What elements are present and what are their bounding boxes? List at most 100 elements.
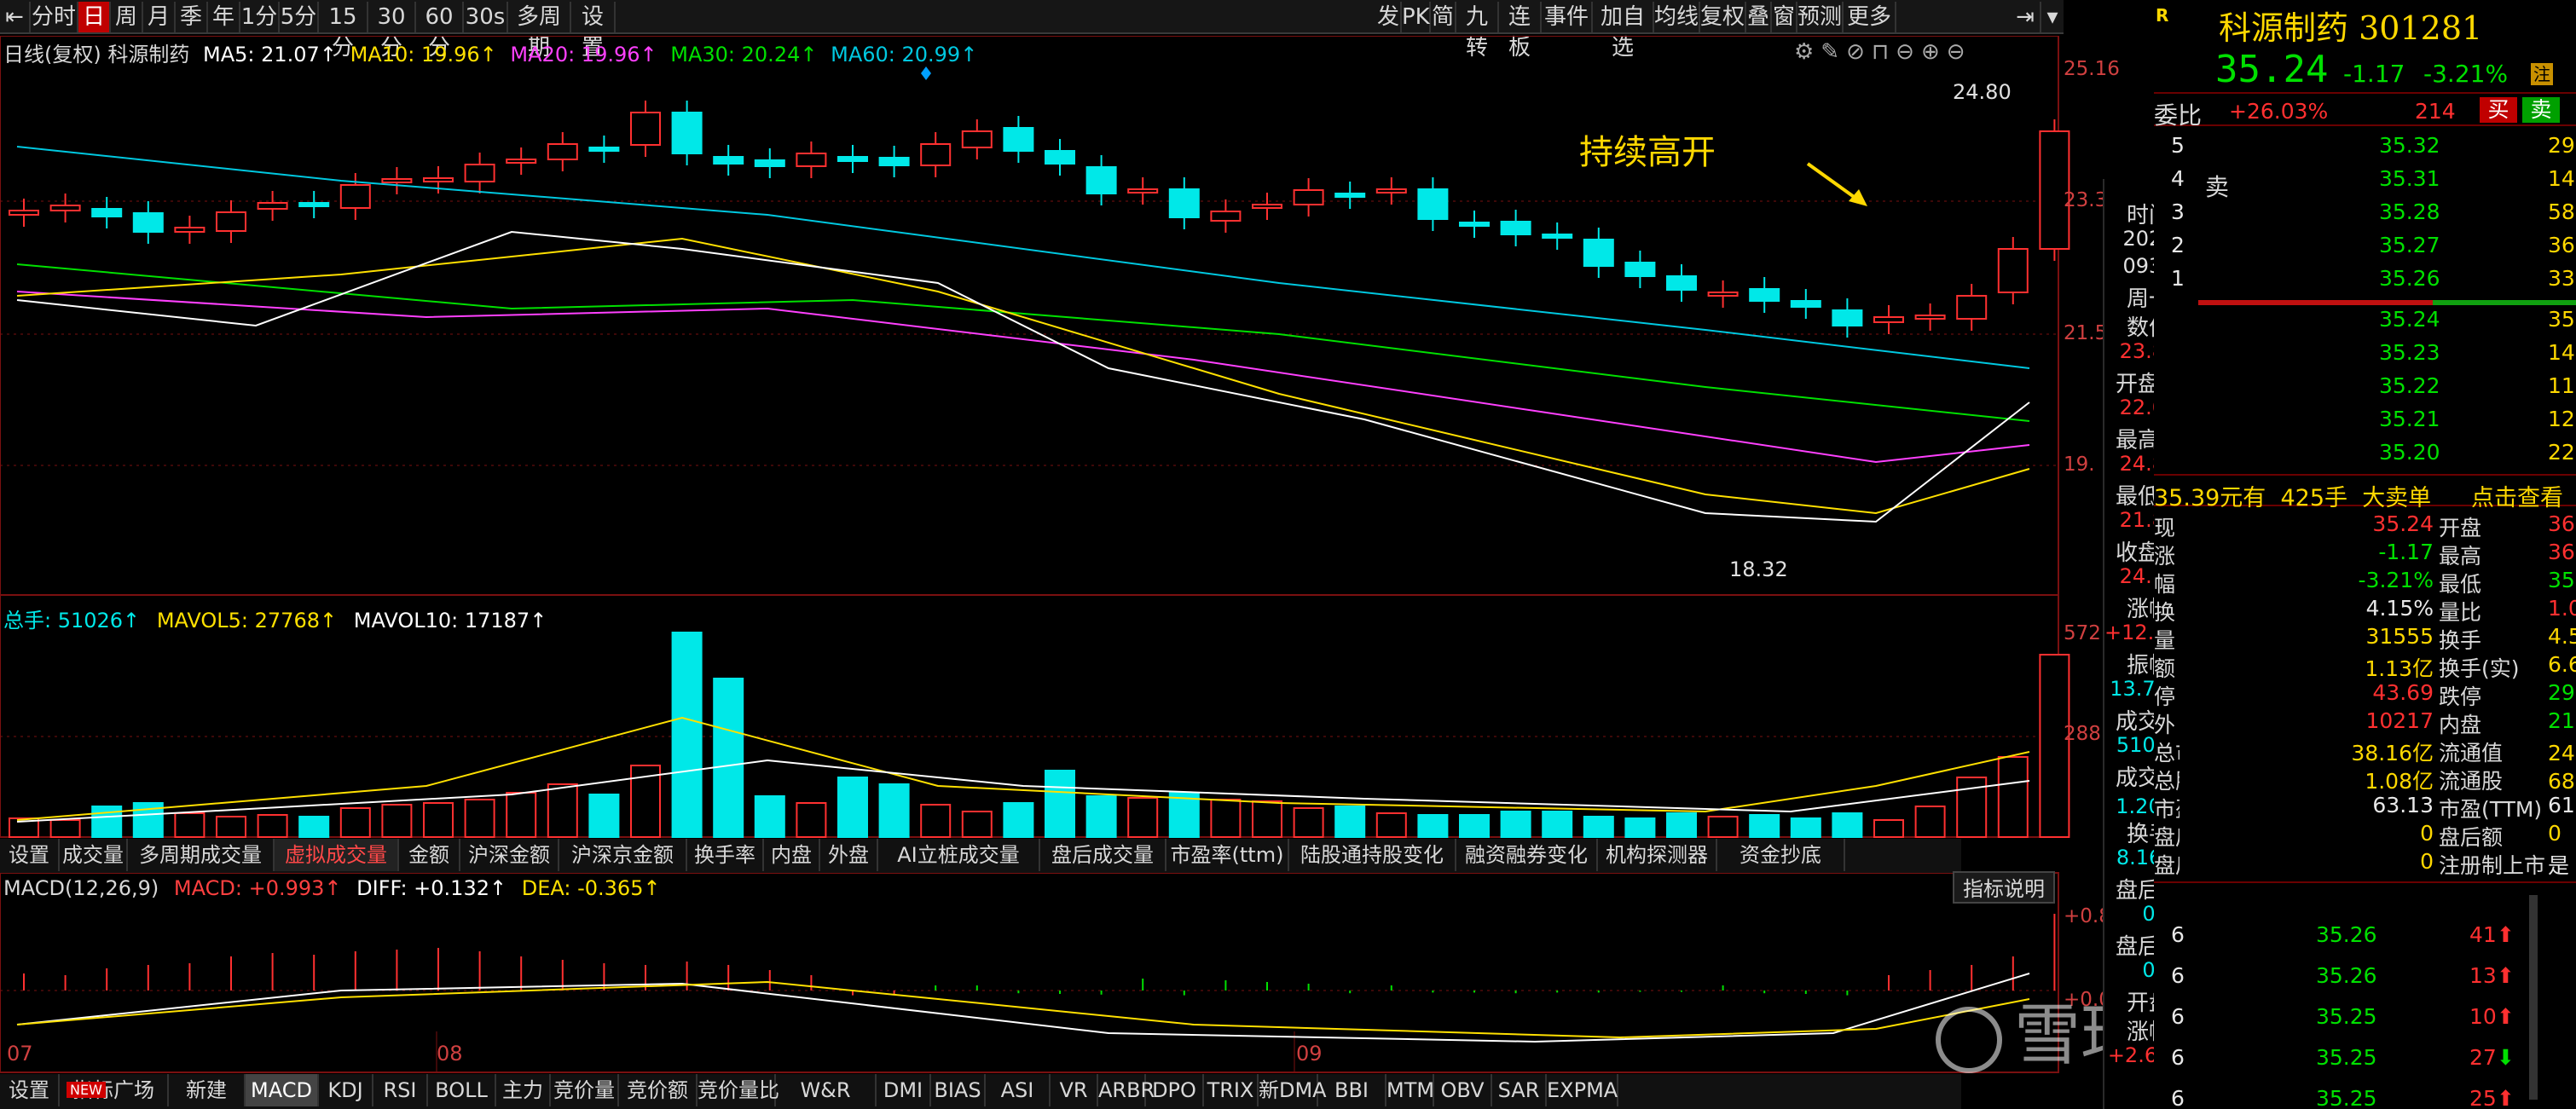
toolbar-item[interactable]: 窗 <box>1772 2 1797 32</box>
bid-price: 35.22 <box>2379 373 2440 398</box>
toolbar-item[interactable]: 叠 <box>1746 2 1772 32</box>
bottom-tab[interactable]: TRIX <box>1204 1074 1259 1106</box>
bottom-tab[interactable]: BIAS <box>931 1074 986 1106</box>
bottom-tab[interactable]: MACD <box>246 1074 319 1106</box>
volume-bar <box>1666 812 1697 838</box>
indicator-tab[interactable]: 换手率 <box>687 839 764 871</box>
indicator-tab[interactable]: 机构探测器 <box>1598 839 1717 871</box>
indicator-tab[interactable]: 多周期成交量 <box>128 839 275 871</box>
big-order-link[interactable]: 点击查看 <box>2471 479 2563 512</box>
toolbar-item[interactable]: 发 <box>1376 2 1402 32</box>
indicator-help-button[interactable]: 指标说明 <box>1953 871 2055 904</box>
toolbar-item[interactable]: 加自选 <box>1593 2 1654 61</box>
bottom-tab[interactable]: MTM <box>1386 1074 1434 1106</box>
tick-time: 6 <box>2171 1004 2185 1029</box>
bottom-tab[interactable]: OBV <box>1434 1074 1492 1106</box>
toolbar-item[interactable]: 日 <box>78 2 111 32</box>
bottom-tab[interactable]: EXPMA <box>1547 1074 1618 1106</box>
indicator-tab[interactable]: 融资融券变化 <box>1456 839 1598 871</box>
indicator-tab[interactable]: 沪深金额 <box>460 839 559 871</box>
candle-body <box>713 156 744 165</box>
bottom-tab[interactable]: SAR <box>1492 1074 1547 1106</box>
toolbar-item[interactable]: 1分 <box>240 2 280 32</box>
bottom-tab[interactable]: 新DMA <box>1259 1074 1327 1106</box>
toolbar-item[interactable]: 60分 <box>416 2 464 61</box>
toolbar-item[interactable]: 简 <box>1431 2 1456 32</box>
indicator-tab[interactable]: 内盘 <box>764 839 820 871</box>
toolbar-item[interactable]: 设置 <box>571 2 616 61</box>
toolbar-item[interactable]: 30分 <box>368 2 416 61</box>
toolbar-dropdown-icon[interactable]: ▾ <box>2041 2 2064 32</box>
bottom-tab[interactable]: BBI <box>1318 1074 1386 1106</box>
toolbar-item[interactable]: 分时 <box>31 2 78 32</box>
sell-button[interactable]: 卖 <box>2522 97 2560 123</box>
bottom-tab[interactable]: W&R <box>776 1074 877 1106</box>
toolbar-item[interactable]: 月 <box>143 2 176 32</box>
bottom-tab[interactable]: DMI <box>877 1074 931 1106</box>
buy-button[interactable]: 买 <box>2480 97 2517 123</box>
bottom-tab[interactable]: VR <box>1051 1074 1098 1106</box>
toolbar-item[interactable]: 5分 <box>280 2 319 32</box>
volume-bar <box>464 799 495 838</box>
bottom-tab[interactable]: BOLL <box>428 1074 496 1106</box>
big-order-row[interactable]: 35.39元有 425手 大卖单 点击查看 <box>2154 474 2576 511</box>
chart-tools[interactable]: ⚙✎⊘⊓⊖⊕⊖ <box>1794 39 1972 65</box>
bottom-tab[interactable]: RSI <box>373 1074 428 1106</box>
stat-value: 1.13亿 <box>2365 656 2434 681</box>
bottom-tab[interactable]: 主力 <box>496 1074 551 1106</box>
bottom-tab[interactable]: KDJ <box>319 1074 373 1106</box>
indicator-tab[interactable]: 外盘 <box>820 839 878 871</box>
price-change: -1.17 <box>2343 60 2405 88</box>
tick-scrollbar[interactable] <box>2529 895 2538 1100</box>
bottom-tab[interactable]: 设置 <box>0 1074 60 1106</box>
indicator-tab[interactable]: 设置 <box>0 839 60 871</box>
indicator-tab[interactable]: 市盈率(ttm) <box>1166 839 1289 871</box>
candle-body <box>1003 127 1034 152</box>
candle-body <box>257 202 288 210</box>
quote-panel: R 科源制药 301281 35.24 -1.17 -3.21% 注 委比 +2… <box>2154 0 2576 1109</box>
toolbar-item[interactable]: 九转 <box>1456 2 1499 61</box>
candle-body <box>1375 188 1407 193</box>
bottom-tab[interactable]: ASI <box>986 1074 1051 1106</box>
ma20-label: MA20: 19.96↑ <box>510 43 657 66</box>
toolbar-item[interactable]: 预测 <box>1797 2 1844 32</box>
toolbar-item[interactable]: 更多 <box>1844 2 1896 32</box>
toolbar-item[interactable]: 年 <box>208 2 240 32</box>
indicator-tab[interactable]: 沪深京金额 <box>559 839 687 871</box>
candle-body <box>588 147 620 152</box>
toolbar-item[interactable]: 事件 <box>1542 2 1593 32</box>
mavol5-label: MAVOL5: 27768↑ <box>156 609 338 632</box>
toolbar-last-icon[interactable]: ⇥ <box>2011 2 2041 32</box>
volume-bar <box>837 777 868 838</box>
indicator-tab[interactable]: AI立桩成交量 <box>878 839 1040 871</box>
bottom-tab[interactable]: 新建 <box>169 1074 246 1106</box>
period-toolbar: ⇤ 分时日周月季年 1分 5分 15分 30分 60分 30s 多周期 设置 发 PK 简九转 连板事… <box>0 0 2064 61</box>
kline-chart[interactable]: 日线(复权) 科源制药 MA5: 21.07↑ MA10: 19.96↑ MA2… <box>0 36 2413 1109</box>
toolbar-item[interactable]: 季 <box>176 2 208 32</box>
ask-bar <box>2198 300 2433 305</box>
bottom-tab[interactable]: 竞价量 <box>551 1074 619 1106</box>
toolbar-first-icon[interactable]: ⇤ <box>0 2 31 32</box>
toolbar-item[interactable]: PK <box>1402 2 1431 32</box>
toolbar-item[interactable]: 复权 <box>1700 2 1746 32</box>
bottom-tab[interactable]: DPO <box>1146 1074 1204 1106</box>
indicator-tab[interactable]: 盘后成交量 <box>1040 839 1166 871</box>
toolbar-item[interactable]: 周 <box>111 2 143 32</box>
indicator-tab[interactable]: 陆股通持股变化 <box>1289 839 1456 871</box>
indicator-tab[interactable]: 虚拟成交量 <box>275 839 399 871</box>
bottom-tab[interactable]: ARBR <box>1098 1074 1155 1106</box>
stock-name: 科源制药 301281 <box>2219 9 2483 47</box>
indicator-tab[interactable]: 资金抄底 <box>1717 839 1845 871</box>
indicator-tab[interactable]: 成交量 <box>60 839 128 871</box>
toolbar-item[interactable]: 均线 <box>1654 2 1700 32</box>
stat-value: 21339 <box>2548 708 2576 733</box>
bottom-tab[interactable]: 竞价量比 <box>698 1074 779 1106</box>
toolbar-item[interactable]: 连板 <box>1499 2 1542 61</box>
toolbar-item[interactable]: 15分 <box>319 2 368 61</box>
bottom-tab[interactable]: 竞价额 <box>619 1074 698 1106</box>
volume-bar <box>671 632 703 838</box>
toolbar-item[interactable]: 30s <box>464 2 508 32</box>
chart-header: 日线(复权) 科源制药 MA5: 21.07↑ MA10: 19.96↑ MA2… <box>3 38 977 67</box>
indicator-tab[interactable]: 金额 <box>399 839 460 871</box>
toolbar-item[interactable]: 多周期 <box>508 2 571 61</box>
